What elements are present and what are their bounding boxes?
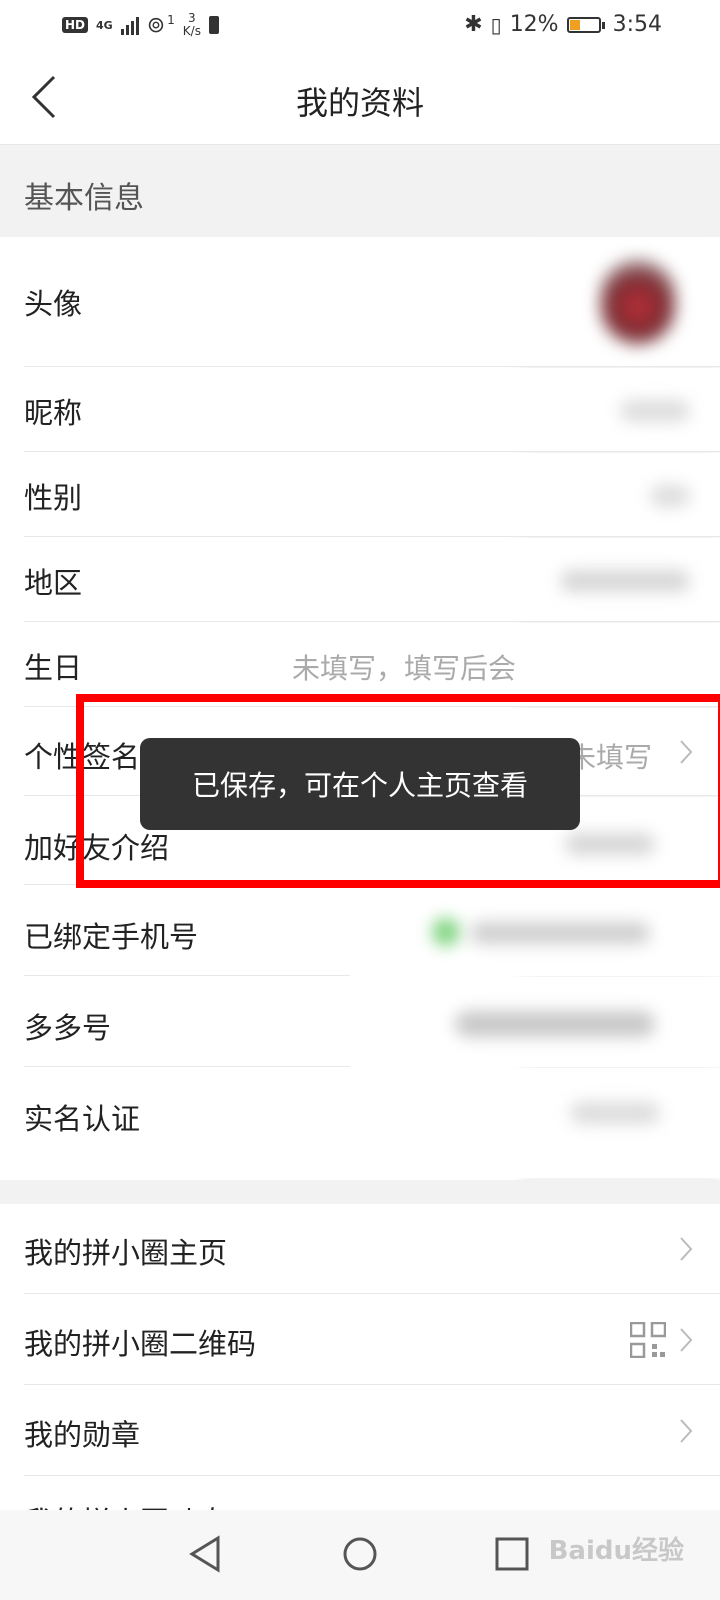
row-partial-next[interactable]: 我的拼小圈动态 [0,1477,720,1510]
row-label: 头像 [24,287,83,321]
chevron-right-icon [680,1419,693,1443]
page-title: 我的资料 [295,84,424,122]
status-bar: HD 4G ⊚ 1 3 K/s ✱ ▯ 12% 3:54 [0,0,720,52]
watermark-text: Baidu经验 [548,1536,684,1566]
row-real-name[interactable]: 实名认证 [0,1068,720,1178]
row-label: 已绑定手机号 [24,920,199,954]
phone-value-blurred [470,922,650,944]
row-label: 性别 [24,481,83,515]
clock: 3:54 [612,12,662,37]
row-duoduo-id[interactable]: 多多号 [0,977,720,1067]
row-label: 昵称 [24,396,83,430]
row-label: 我的拼小圈动态 [24,1499,227,1510]
chevron-right-icon [680,1328,693,1352]
status-left: HD 4G ⊚ 1 3 K/s [62,12,219,38]
network-type: 4G [96,18,113,32]
row-label: 地区 [24,566,83,600]
toast-message: 已保存，可在个人主页查看 [140,738,580,830]
vibrate-icon: ▯ [490,12,502,37]
bluetooth-icon: ✱ [464,12,483,37]
hd-badge: HD [62,17,89,33]
top-nav-bar: 我的资料 [0,52,720,145]
duoduo-id-value-blurred [455,1011,655,1037]
row-avatar[interactable]: 头像 [0,237,720,367]
row-nickname[interactable]: 昵称 [0,368,720,452]
row-label: 生日 [24,651,83,685]
row-label: 我的拼小圈二维码 [24,1327,257,1361]
hotspot-count: 1 [167,13,175,27]
network-speed: 3 K/s [182,11,201,38]
row-badges[interactable]: 我的勋章 [0,1386,720,1476]
section-header-basic-info: 基本信息 [0,145,720,237]
row-label: 我的拼小圈主页 [24,1236,228,1270]
battery-icon [566,16,605,33]
gender-value-blurred [650,485,690,507]
qr-code-icon [630,1322,666,1358]
row-circle-home[interactable]: 我的拼小圈主页 [0,1204,720,1294]
row-circle-qr[interactable]: 我的拼小圈二维码 [0,1295,720,1385]
hotspot-icon: ⊚ [146,12,166,38]
row-region[interactable]: 地区 [0,538,720,622]
row-label: 我的勋章 [24,1418,141,1452]
real-name-value-blurred [570,1102,660,1124]
recents-square-icon[interactable] [490,1532,534,1576]
region-value-blurred [560,570,690,592]
phone-verified-icon [432,918,460,946]
section-gap [0,1180,720,1204]
row-label: 多多号 [24,1011,112,1045]
battery-percent: 12% [509,12,559,37]
system-nav-bar: Baidu经验 [0,1510,720,1600]
birthday-value: 未填写，填写后会 [292,652,517,685]
row-label: 实名认证 [24,1102,141,1136]
battery-fill [569,19,580,30]
row-gender[interactable]: 性别 [0,453,720,537]
signal-icon [120,15,139,35]
back-triangle-icon[interactable] [184,1532,228,1576]
section-title: 基本信息 [24,181,144,216]
nickname-value-blurred [620,400,690,422]
row-phone[interactable]: 已绑定手机号 [0,886,720,976]
chevron-right-icon [680,1237,693,1261]
toast-text: 已保存，可在个人主页查看 [191,769,528,802]
status-right: ✱ ▯ 12% 3:54 [464,12,662,37]
home-circle-icon[interactable] [338,1532,382,1576]
alert-icon [208,16,219,34]
avatar-image [600,259,676,345]
